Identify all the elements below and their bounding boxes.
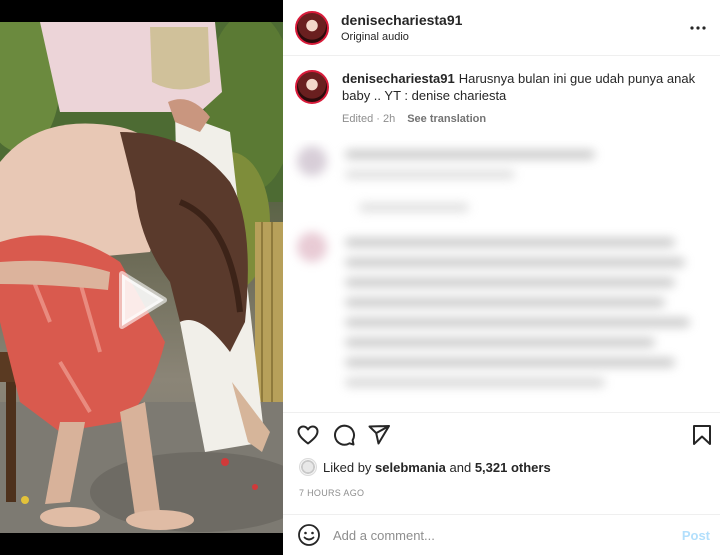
more-options-button[interactable]	[686, 16, 710, 40]
emoji-icon[interactable]	[297, 523, 321, 547]
more-horizontal-icon	[690, 26, 706, 30]
author-info: denisechariesta91 Original audio	[341, 12, 462, 43]
caption-username[interactable]: denisechariesta91	[342, 71, 455, 86]
comment-icon[interactable]	[332, 423, 356, 447]
action-bar	[283, 412, 720, 456]
author-username[interactable]: denisechariesta91	[341, 12, 462, 28]
post-media[interactable]	[0, 0, 283, 555]
audio-label[interactable]: Original audio	[341, 31, 462, 43]
post-comment-button[interactable]: Post	[682, 528, 710, 543]
see-translation-link[interactable]: See translation	[407, 113, 486, 125]
post-panel: denisechariesta91 Original audio denisec…	[283, 0, 720, 555]
caption-body: denisechariesta91 Harusnya bulan ini gue …	[342, 70, 702, 125]
likes-summary: Liked by selebmania and 5,321 others	[299, 458, 551, 476]
likes-connector: and	[449, 459, 472, 475]
likes-count-link[interactable]: 5,321 others	[475, 460, 551, 475]
video-frame[interactable]	[0, 22, 283, 533]
caption-avatar[interactable]	[295, 70, 329, 104]
caption-text: denisechariesta91 Harusnya bulan ini gue …	[342, 70, 702, 104]
likes-prefix: Liked by	[323, 459, 372, 475]
edited-time: Edited · 2h	[342, 113, 396, 125]
comment-bar: Post	[283, 514, 720, 555]
author-avatar[interactable]	[295, 10, 329, 45]
post-header: denisechariesta91 Original audio	[283, 0, 720, 56]
liker-avatar[interactable]	[299, 458, 317, 476]
heart-icon[interactable]	[296, 423, 320, 447]
liker-username[interactable]: selebmania	[375, 460, 446, 475]
comment-input[interactable]	[333, 527, 673, 543]
post-timestamp: 7 HOURS AGO	[299, 488, 365, 498]
post-caption: denisechariesta91 Harusnya bulan ini gue …	[295, 70, 715, 125]
play-icon[interactable]	[108, 268, 172, 332]
caption-meta: Edited · 2h See translation	[342, 113, 702, 125]
send-icon[interactable]	[367, 423, 391, 447]
blurred-comments	[283, 140, 720, 410]
bookmark-icon[interactable]	[690, 423, 714, 447]
